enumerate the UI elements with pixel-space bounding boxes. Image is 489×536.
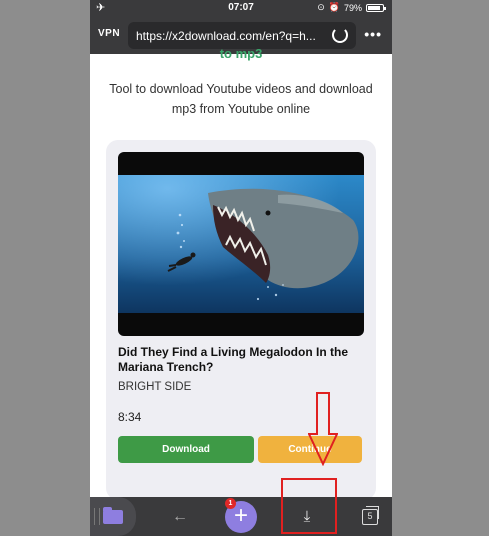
phone-screen: ✈ 07:07 ⊙ ⏰ 79% VPN https://x2download.c… (90, 0, 392, 536)
browser-bottom-toolbar: ← + ⤓ 5 (90, 497, 392, 536)
back-arrow-icon[interactable]: ← (168, 497, 192, 536)
tab-switcher-button[interactable]: 5 (358, 497, 382, 536)
downloads-badge: 1 (225, 498, 236, 509)
reload-icon[interactable] (332, 27, 348, 43)
download-button[interactable]: Download (118, 436, 254, 463)
video-channel: BRIGHT SIDE (118, 381, 192, 393)
battery-percent: 79% (343, 2, 362, 13)
vpn-button[interactable]: VPN (98, 28, 120, 39)
folder-icon (103, 506, 123, 524)
video-thumbnail[interactable] (118, 152, 364, 336)
more-menu-icon[interactable]: ••• (364, 26, 382, 42)
alarm-icon: ⏰ (328, 2, 340, 12)
address-text[interactable]: https://x2download.com/en?q=h... (136, 29, 326, 43)
battery-icon (366, 3, 386, 12)
status-bar: ✈ 07:07 ⊙ ⏰ 79% (90, 0, 392, 16)
video-title: Did They Find a Living Megalodon In the … (118, 345, 348, 374)
orientation-lock-icon: ⊙ (317, 2, 325, 12)
tabs-panel-button[interactable] (90, 497, 136, 536)
video-duration: 8:34 (118, 410, 142, 424)
status-right: ⊙ ⏰ 79% (317, 2, 386, 13)
megalodon-diver-image (118, 175, 364, 313)
drag-handle-icon[interactable] (94, 508, 100, 525)
tab-count: 5 (362, 505, 379, 525)
page-heading-tail: to mp3 (219, 46, 263, 61)
red-down-arrow-annotation (308, 392, 338, 466)
highlight-box-annotation (281, 478, 337, 534)
page-tagline: Tool to download Youtube videos and down… (109, 82, 373, 116)
address-field[interactable]: https://x2download.com/en?q=h... (128, 22, 356, 49)
